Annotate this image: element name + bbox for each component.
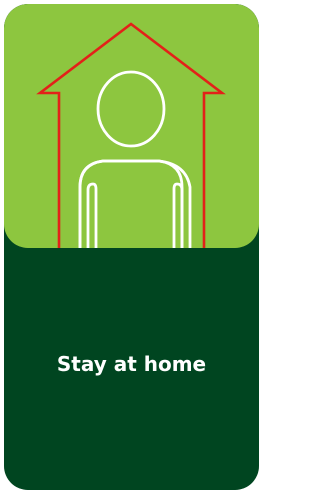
stay-at-home-illustration [4,4,259,248]
person-outline-icon [78,70,192,248]
house-outline-icon [36,22,226,248]
stay-at-home-caption: Stay at home [56,352,207,376]
stay-at-home-card: Stay at home [4,4,259,490]
